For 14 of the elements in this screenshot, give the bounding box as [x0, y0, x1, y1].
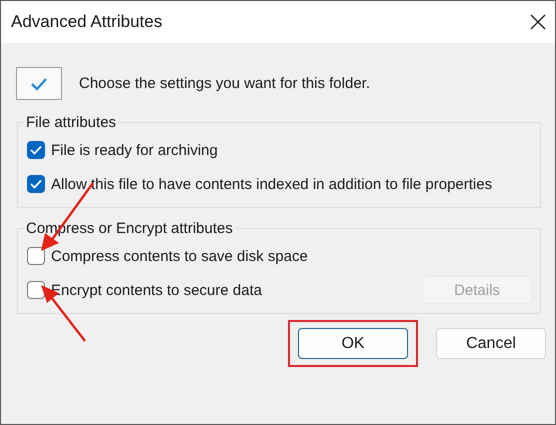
dialog-button[interactable]: OK — [298, 328, 408, 359]
option-label: Compress contents to save disk space — [51, 248, 308, 264]
option-label: File is ready for archiving — [51, 142, 218, 158]
dialog-button[interactable]: Cancel — [436, 328, 546, 359]
checkbox-icon — [16, 67, 62, 100]
checkbox[interactable] — [27, 247, 45, 265]
checkbox[interactable] — [27, 175, 45, 193]
close-icon[interactable] — [529, 13, 547, 31]
window-title: Advanced Attributes — [11, 12, 162, 32]
option-label: Allow this file to have contents indexed in addition to file properties — [51, 176, 492, 192]
group-label: File attributes — [25, 114, 118, 131]
instruction-text: Choose the settings you want for this folder. — [79, 75, 370, 92]
checkbox[interactable] — [27, 141, 45, 159]
checkbox[interactable] — [27, 281, 45, 299]
